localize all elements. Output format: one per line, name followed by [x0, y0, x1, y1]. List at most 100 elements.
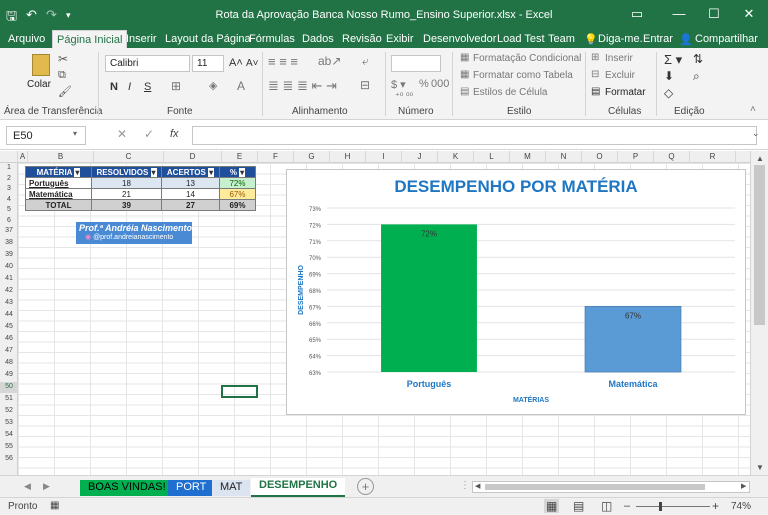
row-header[interactable]: 54 [0, 430, 18, 441]
column-header[interactable]: J [402, 151, 438, 163]
fill-color-icon[interactable]: ◈ [209, 79, 217, 92]
tab-inserir[interactable]: Inserir [126, 33, 157, 45]
ribbon-display-icon[interactable]: ▭ [627, 6, 647, 22]
next-sheet-icon[interactable]: ▶ [43, 481, 50, 492]
header-materia[interactable]: MATÉRIA ▾ [25, 166, 92, 178]
row-header[interactable]: 38 [0, 238, 18, 249]
format-as-table-button[interactable]: Formatar como Tabela [473, 70, 573, 81]
row-header[interactable]: 55 [0, 442, 18, 453]
format-cells-button[interactable]: Formatar [605, 87, 646, 98]
row-header[interactable]: 39 [0, 250, 18, 261]
fill-icon[interactable]: ⬇ [664, 69, 674, 83]
tab-pagina-inicial[interactable]: Página Inicial [52, 30, 128, 48]
row-header[interactable]: 1 [0, 163, 18, 174]
tab-revisao[interactable]: Revisão [342, 33, 382, 45]
borders-icon[interactable]: ⊞ [171, 79, 181, 93]
row-header[interactable]: 53 [0, 418, 18, 429]
row-header[interactable]: 56 [0, 454, 18, 465]
sort-filter-icon[interactable]: ⇅ [693, 52, 703, 66]
header-resolvidos[interactable]: RESOLVIDOS ▾ [91, 166, 162, 178]
row-header[interactable]: 3 [0, 184, 18, 195]
formula-input[interactable] [192, 126, 757, 145]
tell-me-box[interactable]: Diga-me. [598, 33, 643, 45]
column-header[interactable]: P [618, 151, 654, 163]
shrink-font-icon[interactable]: A˅ [246, 58, 259, 69]
cell-styles-button[interactable]: Estilos de Célula [473, 87, 547, 98]
cell-pct[interactable]: 67% [219, 188, 256, 200]
normal-view-icon[interactable]: ▦ [544, 499, 560, 513]
scroll-down-icon[interactable]: ▼ [756, 463, 764, 472]
percent-button[interactable]: % [419, 78, 429, 90]
row-header[interactable]: 47 [0, 346, 18, 357]
align-left-icon[interactable]: ≣ ≣ ≣ ⇤ ⇥ [268, 78, 337, 94]
cell-total-label[interactable]: TOTAL [25, 199, 92, 211]
zoom-in-icon[interactable]: + [712, 499, 719, 513]
cancel-icon[interactable]: ✕ [117, 127, 127, 141]
tab-dados[interactable]: Dados [302, 33, 334, 45]
grow-font-icon[interactable]: A˄ [229, 57, 243, 69]
h-scroll-thumb[interactable] [485, 484, 705, 490]
tab-desenvolvedor[interactable]: Desenvolvedor [423, 33, 496, 45]
row-header[interactable]: 52 [0, 406, 18, 417]
row-header[interactable]: 46 [0, 334, 18, 345]
page-break-view-icon[interactable]: ◫ [601, 499, 612, 513]
italic-button[interactable]: I [128, 81, 131, 93]
cell-total-resolvidos[interactable]: 39 [91, 199, 162, 211]
minimize-icon[interactable]: — [669, 6, 689, 21]
cell-resolvidos[interactable]: 21 [91, 188, 162, 200]
clear-icon[interactable]: ◇ [664, 86, 673, 100]
zoom-slider[interactable] [636, 506, 710, 507]
sign-in-link[interactable]: Entrar [643, 33, 673, 45]
scroll-thumb[interactable] [754, 165, 765, 325]
prev-sheet-icon[interactable]: ◀ [24, 481, 31, 492]
format-painter-icon[interactable]: 🖌 [58, 85, 72, 98]
column-header[interactable]: G [294, 151, 330, 163]
row-header[interactable]: 42 [0, 286, 18, 297]
tab-split-handle[interactable]: ⋮ [460, 480, 470, 491]
tab-arquivo[interactable]: Arquivo [8, 33, 45, 45]
cell-materia[interactable]: Português [25, 177, 92, 189]
column-header[interactable]: M [510, 151, 546, 163]
conditional-format-button[interactable]: Formatação Condicional [473, 53, 581, 64]
column-header[interactable]: E [222, 151, 258, 163]
column-header[interactable]: F [258, 151, 294, 163]
wrap-text-icon[interactable]: ⤶ [362, 54, 369, 69]
sheet-tab-mat[interactable]: MAT [212, 480, 251, 496]
column-header[interactable]: L [474, 151, 510, 163]
column-header[interactable]: I [366, 151, 402, 163]
autosum-icon[interactable]: Σ ▾ [664, 52, 682, 68]
macro-record-icon[interactable]: ▦ [50, 500, 59, 511]
bold-button[interactable]: N [110, 81, 118, 93]
decimal-icon[interactable]: ⁺⁰ ⁰⁰ [395, 91, 413, 102]
cell-acertos[interactable]: 13 [161, 177, 220, 189]
sheet-tab-desempenho[interactable]: DESEMPENHO [251, 478, 346, 497]
cell-total-pct[interactable]: 69% [219, 199, 256, 211]
underline-button[interactable]: S [144, 81, 151, 93]
zoom-slider-thumb[interactable] [659, 502, 662, 511]
expand-formula-icon[interactable]: ⌄ [752, 128, 760, 139]
font-name-select[interactable]: Calibri [105, 55, 190, 72]
enter-icon[interactable]: ✓ [144, 127, 154, 141]
cell-pct[interactable]: 72% [219, 177, 256, 189]
filter-dropdown-icon[interactable]: ▾ [239, 167, 246, 177]
filter-dropdown-icon[interactable]: ▾ [150, 167, 157, 177]
cut-icon[interactable]: ✂ [58, 52, 68, 66]
delete-cells-button[interactable]: Excluir [605, 70, 635, 81]
row-header[interactable]: 44 [0, 310, 18, 321]
find-icon[interactable]: ⌕ [693, 69, 700, 84]
row-header[interactable]: 49 [0, 370, 18, 381]
font-color-icon[interactable]: A [237, 79, 245, 93]
row-header[interactable]: 5 [0, 205, 18, 216]
filter-dropdown-icon[interactable]: ▾ [208, 167, 215, 177]
font-size-select[interactable]: 11 [192, 55, 224, 72]
column-header[interactable]: Q [654, 151, 690, 163]
column-header[interactable]: N [546, 151, 582, 163]
row-header[interactable]: 45 [0, 322, 18, 333]
cell-acertos[interactable]: 14 [161, 188, 220, 200]
sheet-tab-boas-vindas[interactable]: BOAS VINDAS! [80, 480, 174, 496]
row-header[interactable]: 2 [0, 174, 18, 185]
row-header[interactable]: 37 [0, 226, 18, 237]
tab-exibir[interactable]: Exibir [386, 33, 414, 45]
select-all-corner[interactable] [0, 151, 18, 163]
row-header[interactable]: 40 [0, 262, 18, 273]
